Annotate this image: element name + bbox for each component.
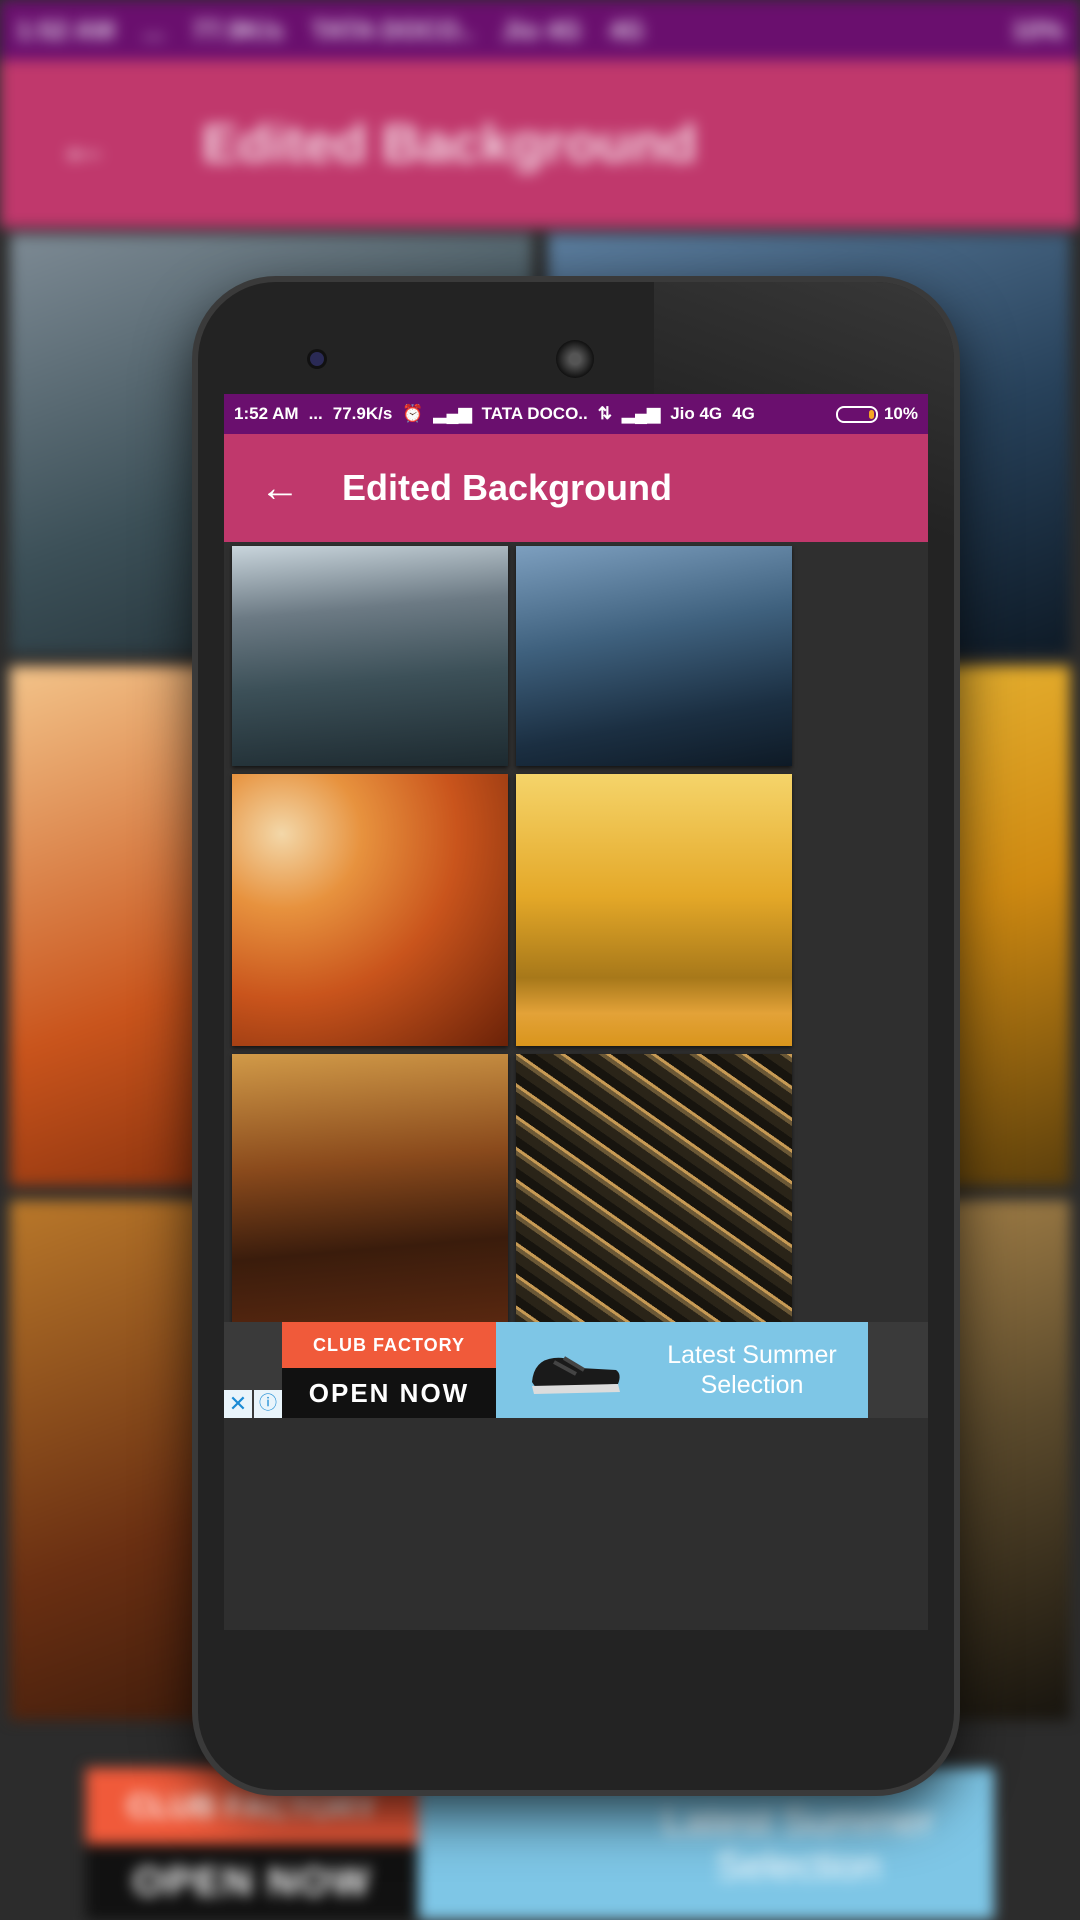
background-speed: 77.9K/s: [192, 14, 284, 45]
gallery-item-autumn-forest[interactable]: [232, 1054, 508, 1326]
signal-icon-2: ▂▄▆: [621, 404, 661, 423]
gallery-item-city-street[interactable]: [232, 546, 508, 766]
signal-icon: ▂▄▆: [433, 404, 472, 423]
phone-screen: 1:52 AM ... 77.9K/s ⏰ ▂▄▆ TATA DOCO.. ⇅ …: [224, 394, 928, 1630]
status-speed: 77.9K/s: [332, 404, 393, 423]
data-transfer-icon: ⇅: [597, 404, 612, 423]
background-ad-line2: Selection: [716, 1844, 881, 1888]
background-dots: ...: [142, 14, 165, 45]
phone-frame: 1:52 AM ... 77.9K/s ⏰ ▂▄▆ TATA DOCO.. ⇅ …: [198, 282, 954, 1790]
gallery-item-tangled-branches[interactable]: [516, 1054, 792, 1326]
background-battery: 10%: [1011, 14, 1064, 45]
ad-close-icon[interactable]: ✕: [224, 1390, 252, 1418]
ad-promo-line2: Selection: [700, 1371, 804, 1399]
front-camera: [310, 352, 324, 366]
back-arrow-icon[interactable]: ←: [260, 466, 320, 511]
sandal-icon: [532, 1356, 620, 1394]
gallery-item-dark-tree-house[interactable]: [516, 546, 792, 766]
status-network: 4G: [732, 404, 755, 423]
status-time: 1:52 AM: [234, 404, 299, 423]
ad-content[interactable]: CLUB FACTORY OPEN NOW Latest Summer Sele…: [282, 1322, 868, 1418]
ad-brand-name: CLUB FACTORY: [282, 1322, 496, 1368]
background-ad: CLUB FACTORY OPEN NOW Latest Summer Sele…: [86, 1768, 994, 1920]
background-status-bar: 1:52 AM ... 77.9K/s TATA DOCO.. Jio 4G 4…: [0, 0, 1080, 60]
background-ad-line1: Latest Summer: [662, 1799, 934, 1843]
background-back-icon: ←: [56, 112, 112, 176]
app-toolbar: ← Edited Background: [224, 434, 928, 542]
ad-info-icon[interactable]: ⓘ: [254, 1390, 282, 1418]
status-dots: ...: [308, 404, 323, 423]
earpiece-speaker: [556, 340, 594, 378]
background-network: 4G: [609, 14, 644, 45]
background-title: Edited Background: [202, 114, 698, 174]
background-time: 1:52 AM: [16, 14, 115, 45]
background-toolbar: ← Edited Background: [0, 60, 1080, 228]
page-title: Edited Background: [342, 467, 673, 508]
gallery-item-autumn-railway[interactable]: [232, 774, 508, 1046]
ad-cta: OPEN NOW: [308, 1377, 470, 1408]
background-carrier2: Jio 4G: [501, 14, 582, 45]
ad-banner: ✕ ⓘ CLUB FACTORY OPEN NOW Latest Summer …: [224, 1322, 928, 1418]
background-ad-open: OPEN NOW: [132, 1859, 372, 1904]
status-carrier2: Jio 4G: [670, 404, 723, 423]
battery-percent: 10%: [883, 404, 918, 423]
alarm-icon: ⏰: [402, 404, 424, 423]
background-carrier1: TATA DOCO..: [311, 14, 474, 45]
background-gallery-grid: [224, 542, 928, 1630]
status-carrier1: TATA DOCO..: [481, 404, 588, 423]
ad-promo-line1: Latest Summer: [667, 1341, 837, 1369]
gallery-item-yellow-bokeh[interactable]: [516, 774, 792, 1046]
status-bar: 1:52 AM ... 77.9K/s ⏰ ▂▄▆ TATA DOCO.. ⇅ …: [224, 394, 928, 434]
battery-icon: [835, 405, 878, 423]
battery-indicator: 10%: [835, 404, 918, 424]
